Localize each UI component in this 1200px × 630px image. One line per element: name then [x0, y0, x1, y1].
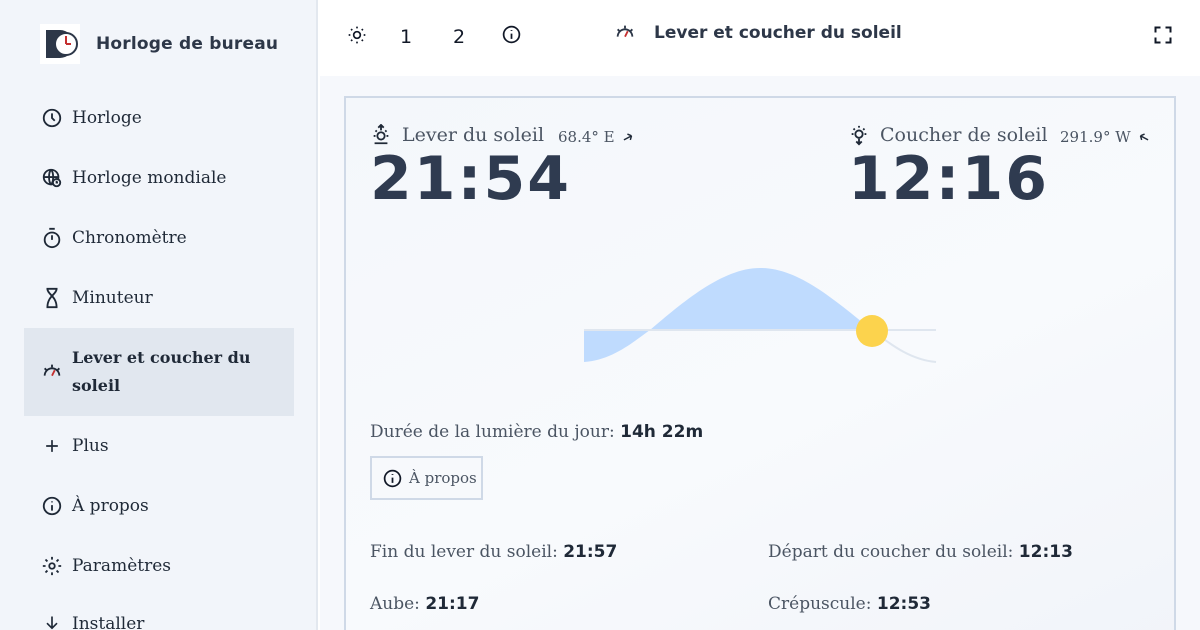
- sidebar-item-chronometre[interactable]: Chronomètre: [24, 222, 294, 254]
- sidebar: Horloge de bureau Horloge Horloge mondia…: [0, 0, 318, 630]
- sidebar-item-installer[interactable]: Installer: [24, 608, 294, 630]
- detail-label: Départ du coucher du soleil:: [768, 542, 1014, 562]
- detail-value: 12:53: [876, 594, 931, 614]
- detail-value: 21:57: [563, 542, 618, 562]
- daylight-value: 14h 22m: [620, 422, 704, 442]
- about-button[interactable]: À propos: [370, 456, 483, 500]
- sun-position-marker: [856, 315, 888, 347]
- sun-path-graph: [584, 268, 937, 363]
- sunset-azimuth-value: 291.9° W: [1060, 128, 1131, 146]
- sunrise-icon: [370, 124, 392, 146]
- detail-value: 12:13: [1018, 542, 1073, 562]
- sidebar-item-plus[interactable]: Plus: [24, 430, 294, 462]
- sidebar-item-label: Plus: [72, 436, 109, 456]
- brand[interactable]: Horloge de bureau: [40, 24, 278, 64]
- layout-1-button[interactable]: 1: [398, 24, 414, 50]
- dawn-row: Aube: 21:17: [370, 594, 479, 614]
- sunset-azimuth: 291.9° W: [1060, 128, 1151, 146]
- download-icon: [40, 612, 64, 630]
- topbar: 1 2 Lever et coucher du soleil: [320, 0, 1200, 76]
- sunset-start-row: Départ du coucher du soleil: 12:13: [768, 542, 1073, 562]
- sunrise-heading: Lever du soleil: [370, 124, 544, 146]
- detail-label: Crépuscule:: [768, 594, 872, 614]
- app-logo-icon: [40, 24, 80, 64]
- fullscreen-icon: [1153, 25, 1173, 50]
- sidebar-item-label: Paramètres: [72, 556, 171, 576]
- detail-value: 21:17: [425, 594, 480, 614]
- arrow-northwest-icon: [1137, 130, 1151, 144]
- fullscreen-button[interactable]: [1152, 24, 1174, 50]
- detail-label: Aube:: [370, 594, 420, 614]
- daylight-duration: Durée de la lumière du jour: 14h 22m: [370, 422, 703, 442]
- sunset-icon: [848, 124, 870, 146]
- dusk-row: Crépuscule: 12:53: [768, 594, 931, 614]
- sidebar-item-label: Horloge mondiale: [72, 168, 227, 188]
- gear-icon: [40, 554, 64, 578]
- sunrise-time: 21:54: [370, 144, 571, 214]
- page-title: Lever et coucher du soleil: [614, 22, 902, 44]
- arrow-northeast-icon: [621, 130, 635, 144]
- sidebar-item-a-propos[interactable]: À propos: [24, 490, 294, 522]
- sidebar-item-label: Installer: [72, 614, 145, 630]
- sunrise-end-row: Fin du lever du soleil: 21:57: [370, 542, 617, 562]
- stopwatch-icon: [40, 226, 64, 250]
- daylight-label: Durée de la lumière du jour:: [370, 422, 615, 442]
- sidebar-item-label: Horloge: [72, 108, 142, 128]
- page-title-text: Lever et coucher du soleil: [654, 23, 902, 43]
- sunrise-label: Lever du soleil: [402, 124, 545, 146]
- info-icon: [382, 468, 403, 489]
- night-area-before: [584, 330, 650, 362]
- sidebar-item-label: À propos: [72, 496, 149, 516]
- sidebar-item-label: Lever et coucher du soleil: [72, 348, 251, 395]
- sun-icon: [347, 25, 367, 50]
- sidebar-item-horloge-mondiale[interactable]: Horloge mondiale: [24, 162, 294, 194]
- daylight-area: [650, 268, 872, 330]
- info-button[interactable]: [500, 24, 522, 50]
- sidebar-item-lever-coucher[interactable]: Lever et coucher du soleil: [24, 328, 294, 416]
- sidebar-item-label: Chronomètre: [72, 228, 187, 248]
- info-icon: [501, 24, 522, 50]
- detail-label: Fin du lever du soleil:: [370, 542, 558, 562]
- sidebar-item-parametres[interactable]: Paramètres: [24, 550, 294, 582]
- sidebar-item-horloge[interactable]: Horloge: [24, 102, 294, 134]
- world-clock-icon: [40, 166, 64, 190]
- sunrise-sunset-icon: [614, 22, 636, 44]
- main-panel: Lever du soleil 68.4° E 21:54 Coucher de…: [320, 76, 1200, 630]
- sun-card: Lever du soleil 68.4° E 21:54 Coucher de…: [344, 96, 1176, 630]
- sunset-time: 12:16: [848, 144, 1049, 214]
- plus-icon: [40, 434, 64, 458]
- sunset-heading: Coucher de soleil: [848, 124, 1048, 146]
- hourglass-icon: [40, 286, 64, 310]
- layout-2-button[interactable]: 2: [450, 24, 468, 50]
- sidebar-item-minuteur[interactable]: Minuteur: [24, 282, 294, 314]
- app-title: Horloge de bureau: [96, 34, 279, 54]
- theme-toggle-button[interactable]: [346, 24, 368, 50]
- sunset-label: Coucher de soleil: [880, 124, 1048, 146]
- clock-icon: [40, 106, 64, 130]
- info-icon: [40, 494, 64, 518]
- about-button-label: À propos: [409, 469, 477, 487]
- sunrise-sunset-icon: [40, 360, 64, 384]
- sidebar-item-label: Minuteur: [72, 288, 153, 308]
